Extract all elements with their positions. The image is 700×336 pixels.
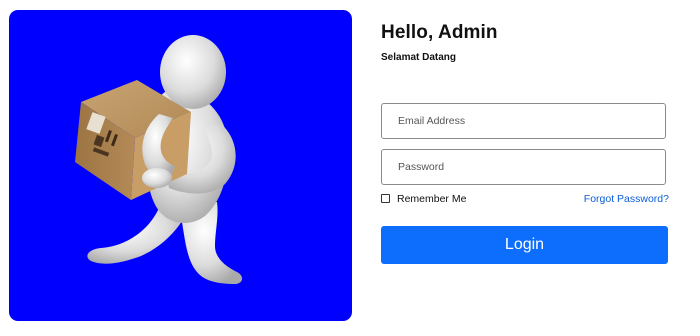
password-field[interactable] <box>381 149 666 185</box>
remember-me-label[interactable]: Remember Me <box>397 193 466 205</box>
remember-row: Remember Me Forgot Password? <box>381 193 669 207</box>
remember-me-checkbox[interactable] <box>381 194 390 203</box>
forgot-password-link[interactable]: Forgot Password? <box>584 193 669 205</box>
login-button[interactable]: Login <box>381 226 668 264</box>
delivery-figure-icon <box>75 35 243 284</box>
page-subtitle: Selamat Datang <box>381 52 457 63</box>
email-field[interactable] <box>381 103 666 139</box>
login-page: Hello, Admin Selamat Datang Remember Me … <box>0 0 700 336</box>
hero-illustration <box>9 10 352 321</box>
page-title: Hello, Admin <box>381 22 498 43</box>
